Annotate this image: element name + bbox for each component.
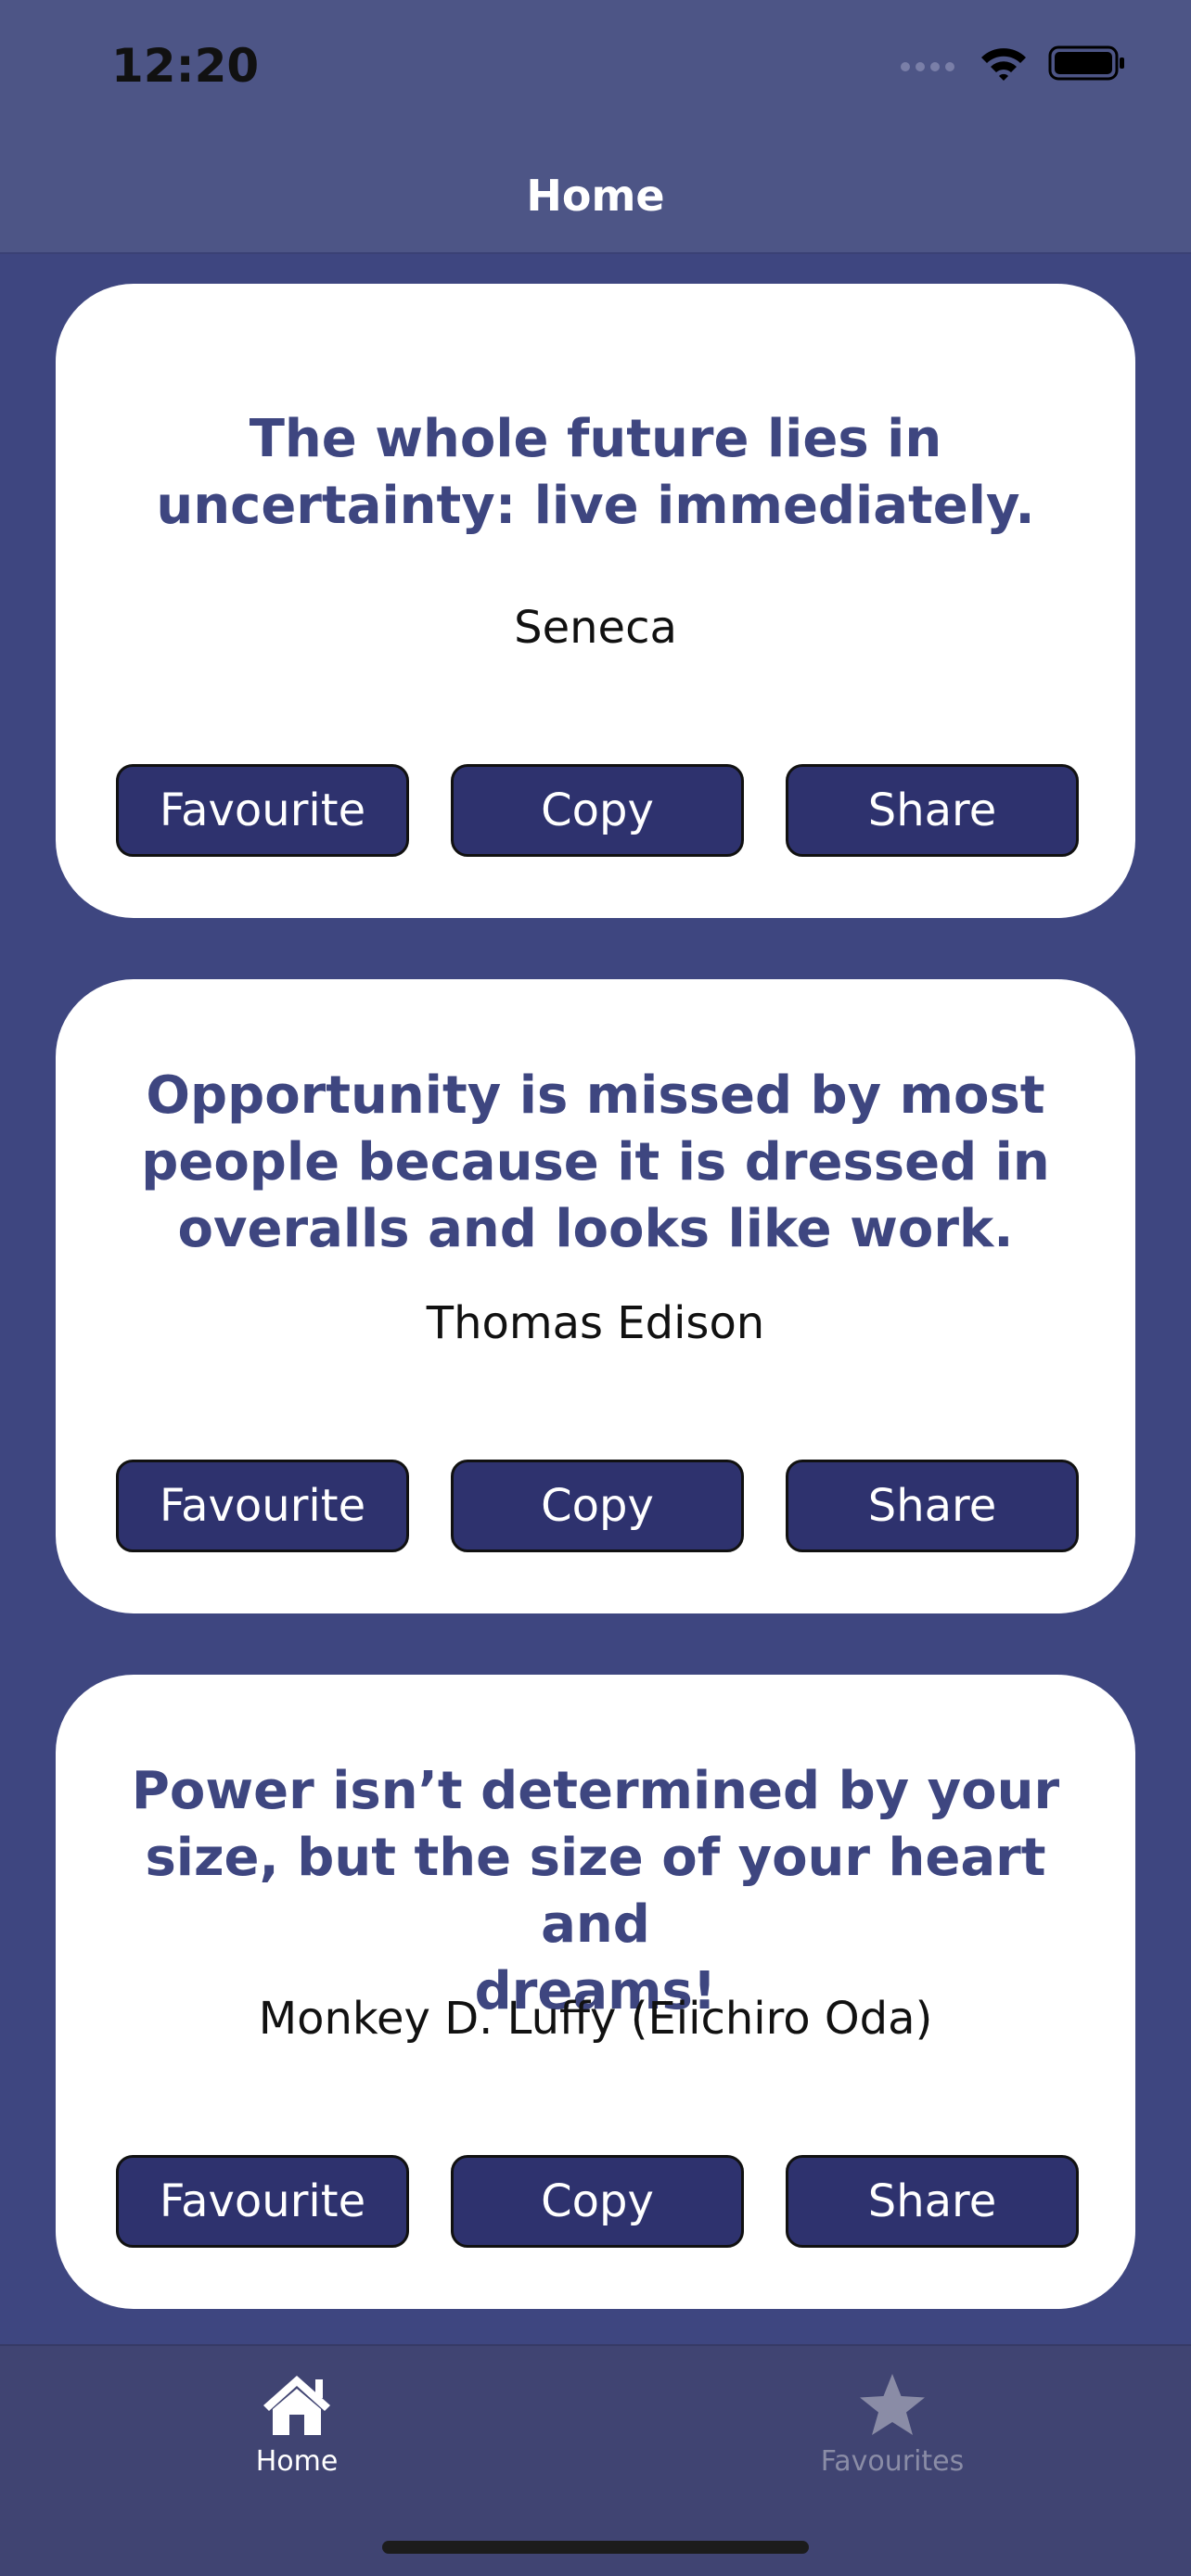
quote-card: The whole future lies in uncertainty: li… [56, 284, 1135, 918]
status-bar: 12:20 [0, 0, 1191, 139]
quote-line: uncertainty: live immediately. [156, 476, 1035, 536]
home-icon [260, 2372, 334, 2442]
quote-author: Seneca [514, 602, 677, 654]
copy-button[interactable]: Copy [451, 764, 744, 857]
quote-line: overalls and looks like work. [177, 1199, 1014, 1259]
quote-text: Opportunity is missed by most people bec… [111, 1063, 1080, 1263]
tab-label: Favourites [820, 2445, 965, 2478]
signal-icon [900, 54, 959, 77]
copy-button[interactable]: Copy [451, 1460, 744, 1552]
wifi-icon [980, 45, 1028, 86]
favourite-button[interactable]: Favourite [116, 2155, 409, 2248]
tab-label: Home [255, 2445, 339, 2478]
share-button[interactable]: Share [786, 764, 1079, 857]
tab-favourites[interactable]: Favourites [753, 2372, 1031, 2478]
status-time: 12:20 [111, 39, 260, 93]
quote-line: The whole future lies in [249, 409, 942, 469]
quote-line: Opportunity is missed by most [146, 1065, 1045, 1126]
quote-line: size, but the size of your heart and [145, 1828, 1046, 1955]
action-buttons: Favourite Copy Share [116, 2155, 1079, 2248]
tab-home[interactable]: Home [158, 2372, 436, 2478]
share-button[interactable]: Share [786, 2155, 1079, 2248]
quote-line: Power isn’t determined by your [131, 1761, 1060, 1821]
battery-icon [1048, 45, 1126, 86]
share-button[interactable]: Share [786, 1460, 1079, 1552]
copy-button[interactable]: Copy [451, 2155, 744, 2248]
quote-line: people because it is dressed in [141, 1132, 1050, 1192]
quote-author: Monkey D. Luffy (Eiichiro Oda) [258, 1993, 933, 2045]
action-buttons: Favourite Copy Share [116, 1460, 1079, 1552]
quote-text: The whole future lies in uncertainty: li… [111, 406, 1080, 540]
favourite-button[interactable]: Favourite [116, 1460, 409, 1552]
favourite-button[interactable]: Favourite [116, 764, 409, 857]
quote-card: Power isn’t determined by your size, but… [56, 1675, 1135, 2309]
quote-list[interactable]: The whole future lies in uncertainty: li… [0, 256, 1191, 2344]
quote-text: Power isn’t determined by your size, but… [93, 1758, 1098, 2025]
action-buttons: Favourite Copy Share [116, 764, 1079, 857]
home-indicator[interactable] [382, 2541, 809, 2554]
star-icon [855, 2372, 929, 2442]
navigation-bar: Home [0, 139, 1191, 254]
quote-card: Opportunity is missed by most people bec… [56, 979, 1135, 1613]
quote-author: Thomas Edison [426, 1297, 765, 1349]
page-title: Home [526, 171, 665, 221]
status-icons [900, 45, 1126, 86]
